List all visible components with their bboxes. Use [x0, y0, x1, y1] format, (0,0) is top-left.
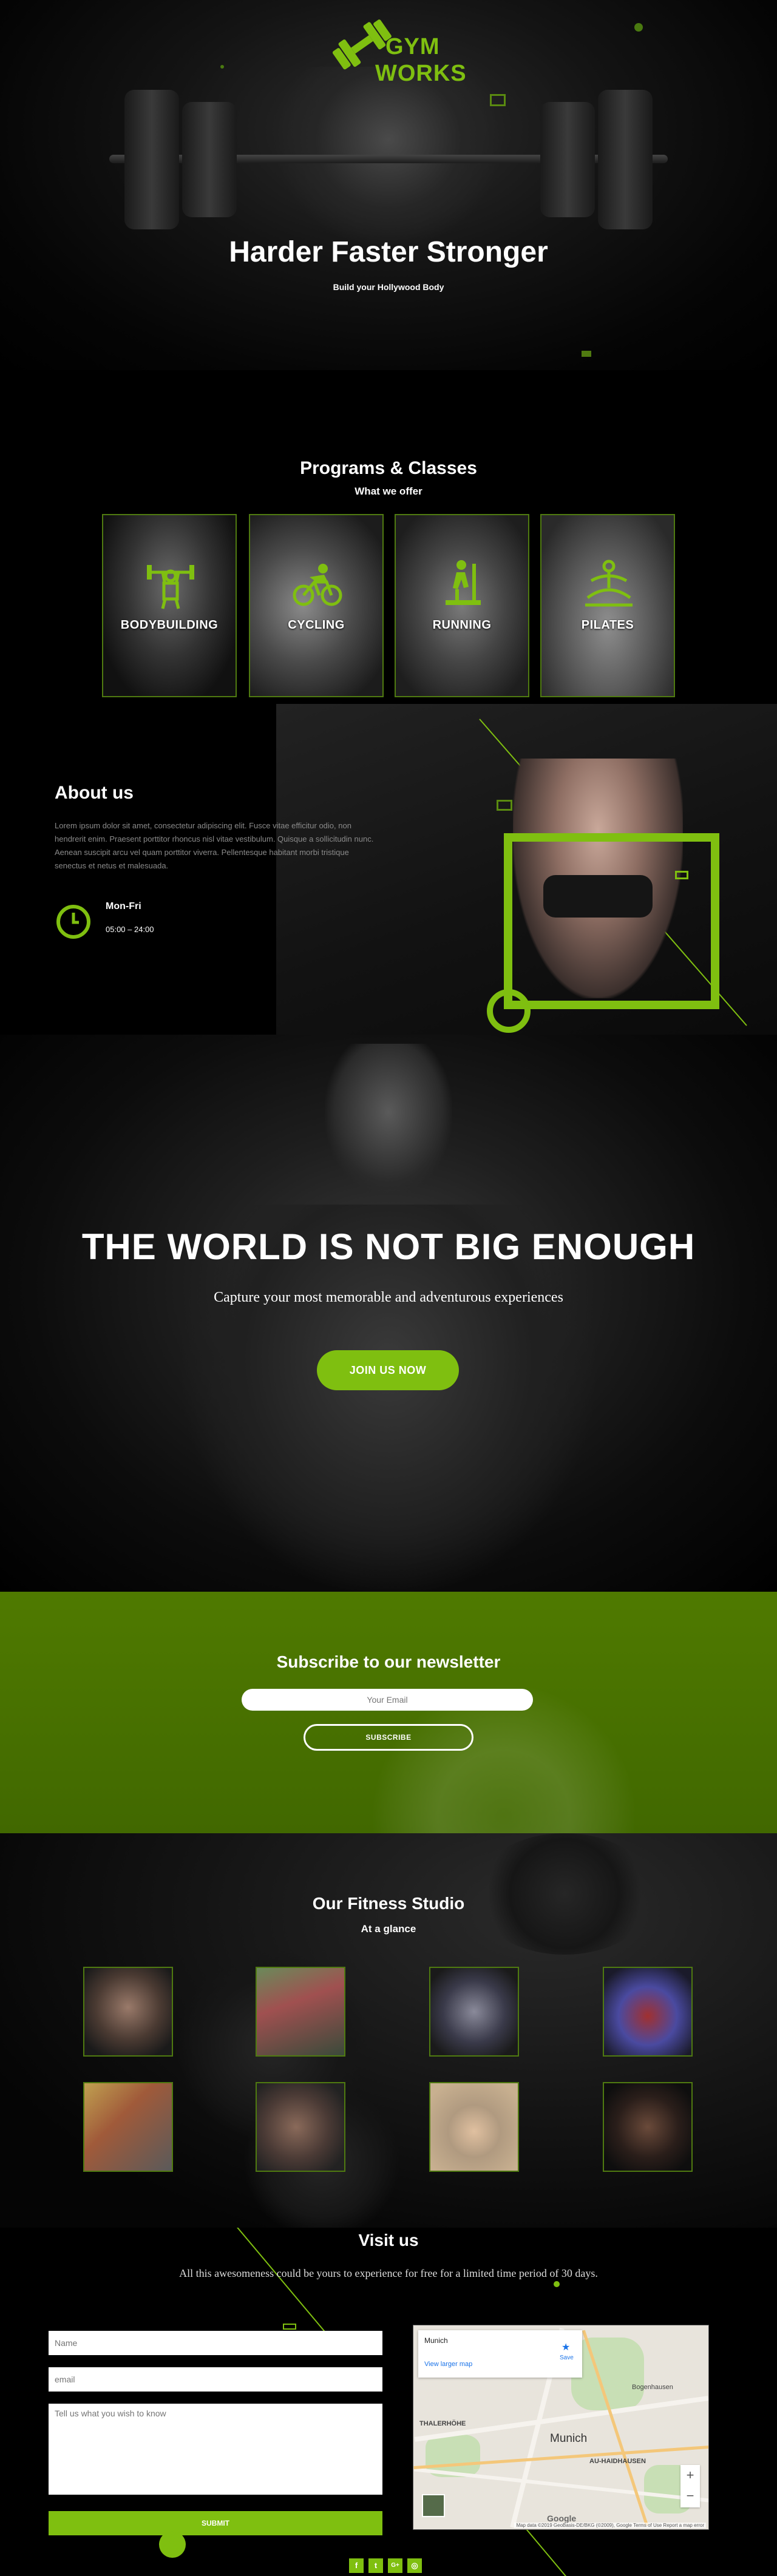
hero-plate	[182, 102, 237, 217]
map-city-label: Munich	[550, 2432, 588, 2445]
program-card-running[interactable]: RUNNING	[395, 514, 529, 697]
logo-text-works: WORKS	[375, 61, 467, 86]
opening-days: Mon-Fri	[106, 901, 141, 911]
world-title: THE WORLD IS NOT BIG ENOUGH	[81, 1226, 696, 1267]
join-us-button[interactable]: JOIN US NOW	[317, 1350, 459, 1390]
world-subtitle: Capture your most memorable and adventur…	[214, 1290, 563, 1305]
decor-square	[283, 2324, 296, 2330]
decor-square	[497, 800, 512, 811]
contact-submit-button[interactable]: SUBMIT	[49, 2511, 382, 2535]
decor-circle	[159, 2531, 186, 2558]
treadmill-icon	[446, 560, 481, 605]
zoom-in-button[interactable]: +	[680, 2465, 700, 2486]
twitter-icon[interactable]: t	[368, 2558, 383, 2573]
about-section: About us Lorem ipsum dolor sit amet, con…	[0, 704, 777, 1035]
gym-works-logo[interactable]: GYM WORKS	[328, 17, 466, 96]
map-info-card: Munich ★ Save View larger map	[418, 2330, 582, 2378]
decor-dot	[634, 23, 643, 32]
instagram-icon[interactable]: ◎	[407, 2558, 422, 2573]
zoom-out-button[interactable]: −	[680, 2486, 700, 2506]
contact-email-field[interactable]	[49, 2367, 382, 2392]
studio-section: Our Fitness Studio At a glance	[0, 1833, 777, 2228]
clock-icon	[56, 905, 90, 939]
map-area-label: THALERHÖHE	[419, 2420, 466, 2427]
visit-title: Visit us	[358, 2231, 419, 2250]
program-label: BODYBUILDING	[120, 618, 219, 632]
cyclist-icon	[293, 564, 342, 606]
visit-subtitle: All this awesomeness could be yours to e…	[179, 2267, 598, 2279]
hero-plate	[540, 102, 595, 217]
gallery-photo[interactable]	[603, 2082, 693, 2172]
program-card-bodybuilding[interactable]: BODYBUILDING	[102, 514, 237, 697]
studio-title: Our Fitness Studio	[312, 1894, 465, 1913]
decor-ring	[487, 989, 531, 1033]
decor-line	[522, 2524, 570, 2576]
opening-hours: 05:00 – 24:00	[106, 925, 154, 934]
map-city-name: Munich	[424, 2336, 448, 2345]
hero-title: Harder Faster Stronger	[229, 236, 548, 268]
programs-section: Programs & Classes What we offer BODYBUI…	[0, 370, 777, 704]
program-card-cycling[interactable]: CYCLING	[249, 514, 384, 697]
decor-square	[675, 871, 688, 879]
meditation-icon	[585, 559, 633, 607]
map-save-link[interactable]: Save	[560, 2355, 574, 2361]
decor-dot	[220, 65, 224, 69]
gallery-photo[interactable]	[429, 2082, 519, 2172]
map-area-label: AU-HAIDHAUSEN	[589, 2458, 646, 2465]
location-map[interactable]: Munich ★ Save View larger map THALERHÖHE…	[413, 2325, 709, 2530]
about-text: Lorem ipsum dolor sit amet, consectetur …	[55, 821, 374, 870]
map-attribution[interactable]: Map data ©2019 GeoBasis-DE/BKG (©2009), …	[514, 2523, 706, 2528]
facebook-icon[interactable]: f	[349, 2558, 364, 2573]
gallery-photo[interactable]	[603, 1967, 693, 2057]
world-section: THE WORLD IS NOT BIG ENOUGH Capture your…	[0, 1035, 777, 1592]
contact-name-field[interactable]	[49, 2331, 382, 2355]
visit-section: Visit us All this awesomeness could be y…	[0, 2228, 777, 2576]
gallery-photo[interactable]	[83, 1967, 173, 2057]
world-photo-head	[325, 1044, 452, 1195]
save-star-icon[interactable]: ★	[562, 2341, 570, 2353]
subscribe-section: Subscribe to our newsletter SUBSCRIBE	[0, 1592, 777, 1833]
subscribe-title: Subscribe to our newsletter	[276, 1652, 501, 1671]
program-label: CYCLING	[288, 618, 345, 632]
programs-subtitle: What we offer	[355, 485, 422, 497]
gallery-photo[interactable]	[83, 2082, 173, 2172]
program-label: PILATES	[581, 618, 634, 632]
logo-text-gym: GYM	[385, 34, 440, 59]
studio-subtitle: At a glance	[361, 1923, 416, 1935]
google-logo: Google	[547, 2513, 577, 2523]
weightlifter-icon	[147, 565, 194, 609]
google-plus-icon[interactable]: G+	[388, 2558, 402, 2573]
about-photo-frame	[504, 833, 719, 1009]
gallery-photo[interactable]	[256, 2082, 345, 2172]
hero-plate	[124, 90, 179, 229]
view-larger-map-link[interactable]: View larger map	[424, 2361, 472, 2368]
newsletter-email-input[interactable]	[242, 1689, 533, 1711]
map-area-label: Bogenhausen	[632, 2384, 673, 2391]
hero-plate	[598, 90, 653, 229]
program-card-pilates[interactable]: PILATES	[540, 514, 675, 697]
map-zoom-control[interactable]: + −	[680, 2465, 700, 2507]
contact-message-field[interactable]	[49, 2404, 382, 2495]
about-title: About us	[55, 783, 134, 803]
map-street-view-icon[interactable]	[422, 2494, 445, 2517]
programs-title: Programs & Classes	[300, 458, 477, 478]
decor-square	[582, 351, 591, 357]
gallery-photo[interactable]	[256, 1967, 345, 2057]
subscribe-button[interactable]: SUBSCRIBE	[304, 1724, 473, 1751]
program-label: RUNNING	[432, 618, 492, 632]
hero-subtitle: Build your Hollywood Body	[333, 282, 444, 292]
hero-section: GYM WORKS Harder Faster Stronger Build y…	[0, 0, 777, 370]
gallery-photo[interactable]	[429, 1967, 519, 2057]
decor-dot	[554, 2281, 560, 2287]
decor-square	[490, 94, 506, 106]
